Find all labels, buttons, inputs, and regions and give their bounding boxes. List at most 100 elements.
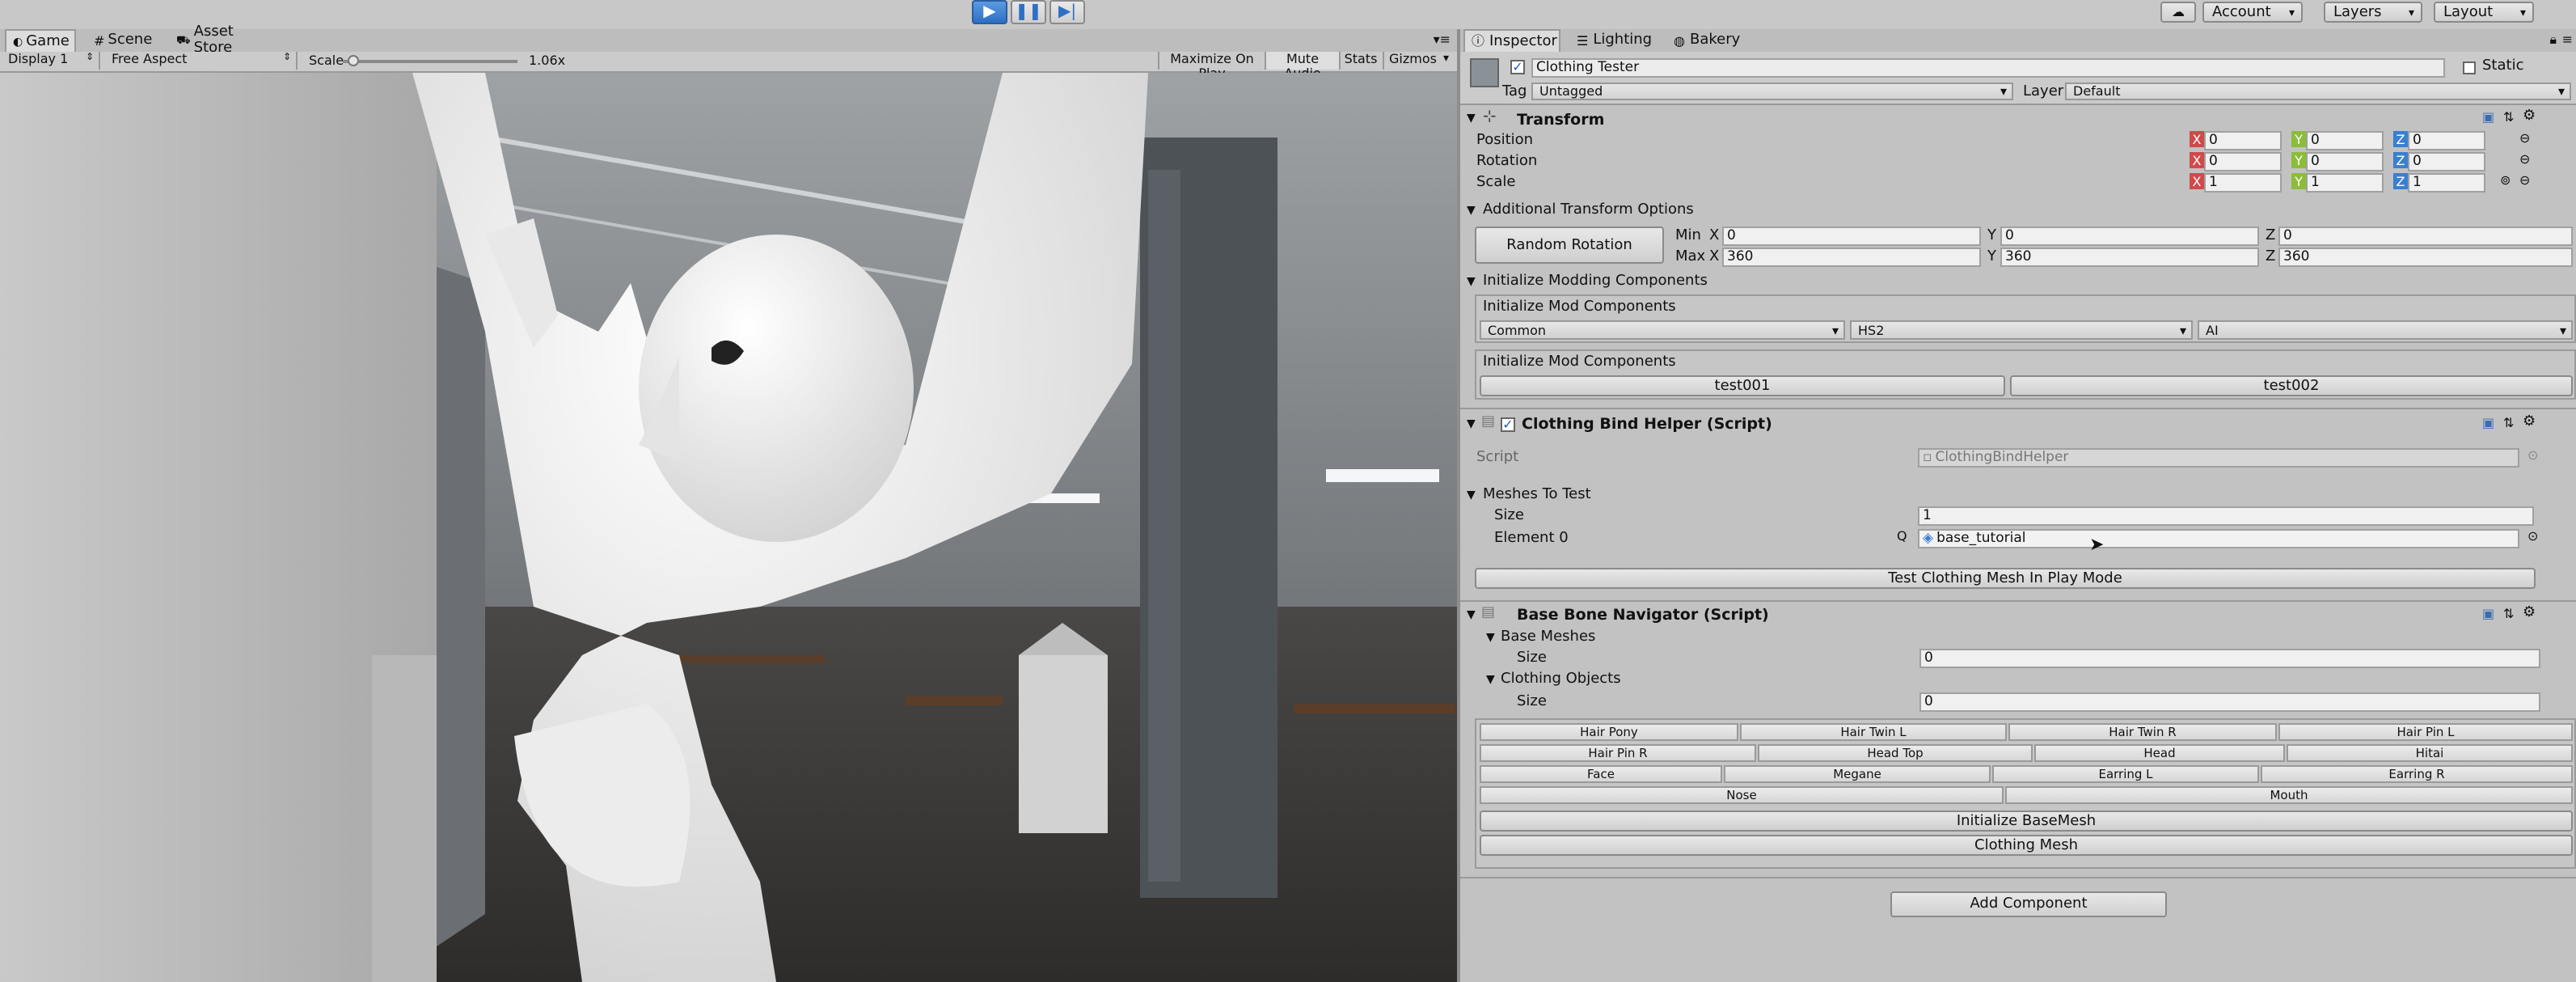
foldout-arrow-icon[interactable]: ▼ [1467, 204, 1476, 217]
max-x-field[interactable]: 360 [1722, 248, 1981, 267]
reset-icon[interactable]: ⊖ [2519, 152, 2530, 167]
position-z-field[interactable]: 0 [2408, 131, 2485, 150]
active-checkbox[interactable]: ✓ [1510, 60, 1525, 74]
initialize-basemesh-button[interactable]: Initialize BaseMesh [1480, 811, 2573, 832]
reset-icon[interactable]: ⊖ [2519, 173, 2530, 188]
game-viewport[interactable] [0, 73, 1457, 982]
foldout-arrow-icon[interactable]: ▼ [1467, 417, 1476, 430]
bind-helper-enabled-checkbox[interactable]: ✓ [1501, 417, 1515, 432]
test001-button[interactable]: test001 [1480, 375, 2005, 396]
random-rotation-button[interactable]: Random Rotation [1475, 226, 1664, 264]
head-button[interactable]: Head [2034, 744, 2285, 762]
tab-lighting[interactable]: ☰ Lighting [1570, 29, 1661, 52]
max-y-field[interactable]: 360 [2000, 248, 2259, 267]
stats-toggle[interactable]: Stats [1339, 52, 1381, 70]
clothing-mesh-button[interactable]: Clothing Mesh [1480, 835, 2573, 856]
min-y-field[interactable]: 0 [2000, 226, 2259, 246]
cloud-button[interactable]: ☁ [2160, 2, 2196, 23]
earring-l-button[interactable]: Earring L [1992, 765, 2259, 783]
aspect-dropdown[interactable]: Free Aspect ⇕ [107, 52, 298, 70]
face-button[interactable]: Face [1480, 765, 1722, 783]
panel-menu-icon[interactable]: ≡ [2562, 32, 2573, 47]
foldout-arrow-icon[interactable]: ▼ [1467, 275, 1476, 288]
rotation-x-field[interactable]: 0 [2204, 152, 2282, 171]
position-y-field[interactable]: 0 [2306, 131, 2384, 150]
pause-button[interactable]: ❚❚ [1011, 0, 1046, 24]
help-icon[interactable]: ▣ [2482, 110, 2494, 125]
base-size-field[interactable]: 0 [1919, 649, 2540, 668]
gizmos-dropdown[interactable]: Gizmos ▾ [1383, 52, 1454, 70]
hitai-button[interactable]: Hitai [2287, 744, 2573, 762]
scale-z-field[interactable]: 1 [2408, 173, 2485, 193]
hair-pin-r-button[interactable]: Hair Pin R [1480, 744, 1756, 762]
min-x-field[interactable]: 0 [1722, 226, 1981, 246]
mod-dropdown-ai[interactable]: AI [2198, 320, 2573, 340]
head-top-label: Head Top [1867, 746, 1924, 760]
help-icon[interactable]: ▣ [2482, 416, 2494, 430]
lock-icon[interactable]: 🔒︎ [2549, 32, 2557, 49]
tab-bakery[interactable]: ◍ Bakery [1667, 29, 1748, 52]
step-button[interactable]: ▶| [1049, 0, 1085, 24]
tab-inspector[interactable]: ⓘ Inspector [1463, 29, 1560, 52]
megane-button[interactable]: Megane [1724, 765, 1991, 783]
scale-slider[interactable] [343, 55, 517, 66]
link-icon[interactable]: ⊚ [2500, 173, 2511, 188]
foldout-arrow-icon[interactable]: ▼ [1467, 112, 1476, 125]
tab-game[interactable]: ◐ Game [5, 29, 76, 52]
hair-pony-button[interactable]: Hair Pony [1480, 723, 1738, 741]
scale-x-field[interactable]: 1 [2204, 173, 2282, 193]
tab-scene[interactable]: # Scene [87, 29, 158, 52]
panel-menu-icon[interactable]: ▾≡ [1434, 32, 1451, 47]
mod-dropdown-hs2[interactable]: HS2 [1850, 320, 2193, 340]
meshes-size-field[interactable]: 1 [1918, 506, 2534, 526]
add-component-button[interactable]: Add Component [1890, 891, 2167, 917]
clothing-bind-helper-component: ▼ ▤ ✓ Clothing Bind Helper (Script) ▣ ⇅ … [1460, 409, 2576, 595]
scale-slider-thumb[interactable] [348, 55, 360, 66]
mod-dropdown-common[interactable]: Common [1480, 320, 1845, 340]
scale-y-field[interactable]: 1 [2306, 173, 2384, 193]
preset-icon[interactable]: ⇅ [2503, 607, 2514, 621]
nose-button[interactable]: Nose [1480, 786, 2004, 804]
tag-dropdown[interactable]: Untagged [1531, 83, 2013, 100]
layer-dropdown[interactable]: Default [2065, 83, 2571, 100]
preset-icon[interactable]: ⇅ [2503, 416, 2514, 430]
min-z-field[interactable]: 0 [2278, 226, 2573, 246]
position-y: 0 [2311, 133, 2320, 149]
test-clothing-mesh-button[interactable]: Test Clothing Mesh In Play Mode [1475, 568, 2536, 589]
account-dropdown[interactable]: Account ▾ [2202, 2, 2303, 23]
preset-icon[interactable]: ⇅ [2503, 110, 2514, 125]
tab-asset-store[interactable]: ⛟ Asset Store [170, 24, 283, 57]
max-z-field[interactable]: 360 [2278, 248, 2573, 267]
position-x-field[interactable]: 0 [2204, 131, 2282, 150]
mute-audio-toggle[interactable]: Mute Audio [1265, 52, 1339, 81]
hair-twin-r-button[interactable]: Hair Twin R [2008, 723, 2277, 741]
foldout-arrow-icon[interactable]: ▼ [1486, 631, 1495, 644]
rotation-z-field[interactable]: 0 [2408, 152, 2485, 171]
object-name-field[interactable]: Clothing Tester [1531, 58, 2445, 78]
test002-button[interactable]: test002 [2010, 375, 2573, 396]
maximize-on-play-toggle[interactable]: Maximize On Play [1158, 52, 1265, 81]
object-picker-icon[interactable]: ⊙ [2527, 529, 2538, 544]
element0-field[interactable]: ◈ base_tutorial [1918, 529, 2519, 548]
head-top-button[interactable]: Head Top [1758, 744, 2033, 762]
foldout-arrow-icon[interactable]: ▼ [1467, 608, 1476, 621]
play-button[interactable]: ▶ [972, 0, 1007, 24]
foldout-arrow-icon[interactable]: ▼ [1467, 489, 1476, 502]
gear-icon[interactable]: ⚙ [2523, 605, 2536, 621]
hair-twin-l-button[interactable]: Hair Twin L [1740, 723, 2007, 741]
clothing-size-field[interactable]: 0 [1919, 692, 2540, 712]
transform-component: ▼ ⊹ Transform ▣ ⇅ ⚙ Position Rotation Sc… [1460, 105, 2576, 194]
gear-icon[interactable]: ⚙ [2523, 414, 2536, 430]
foldout-arrow-icon[interactable]: ▼ [1486, 673, 1495, 686]
mouth-button[interactable]: Mouth [2005, 786, 2573, 804]
help-icon[interactable]: ▣ [2482, 607, 2494, 621]
layers-dropdown[interactable]: Layers ▾ [2324, 2, 2422, 23]
display-dropdown[interactable]: Display 1 ⇕ [3, 52, 100, 70]
rotation-y-field[interactable]: 0 [2306, 152, 2384, 171]
layout-dropdown[interactable]: Layout ▾ [2434, 2, 2534, 23]
reset-icon[interactable]: ⊖ [2519, 131, 2530, 146]
hair-pin-l-button[interactable]: Hair Pin L [2278, 723, 2573, 741]
gear-icon[interactable]: ⚙ [2523, 108, 2536, 125]
static-checkbox[interactable] [2463, 61, 2476, 74]
earring-r-button[interactable]: Earring R [2261, 765, 2573, 783]
